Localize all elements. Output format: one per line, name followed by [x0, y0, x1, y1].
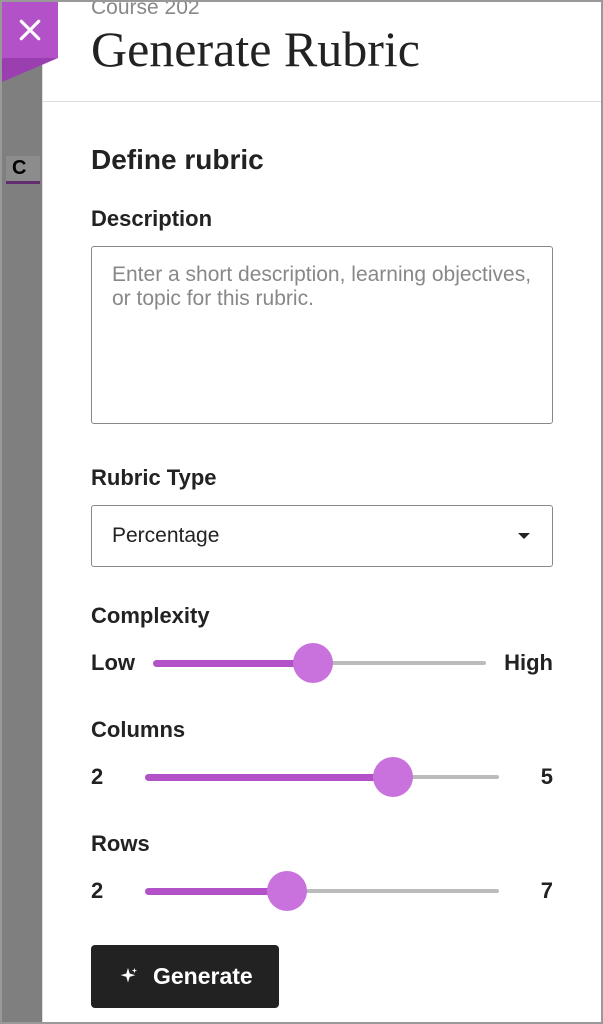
complexity-low-label: Low — [91, 650, 135, 676]
sparkle-icon — [117, 966, 139, 988]
complexity-slider[interactable] — [153, 643, 486, 683]
columns-slider[interactable] — [145, 757, 499, 797]
columns-max-label: 5 — [517, 764, 553, 790]
rubric-type-field: Rubric Type Percentage — [91, 465, 553, 567]
side-panel: Course 202 Generate Rubric Define rubric… — [42, 2, 601, 1022]
page-title: Generate Rubric — [91, 22, 553, 77]
slider-thumb[interactable] — [293, 643, 333, 683]
description-field: Description — [91, 206, 553, 429]
section-title: Define rubric — [91, 144, 553, 176]
complexity-high-label: High — [504, 650, 553, 676]
slider-fill — [145, 774, 393, 781]
complexity-slider-row: Low High — [91, 643, 553, 683]
rubric-type-select-wrap: Percentage — [91, 505, 553, 567]
breadcrumb: Course 202 — [91, 2, 553, 20]
columns-min-label: 2 — [91, 764, 127, 790]
rows-slider-row: 2 7 — [91, 871, 553, 911]
rows-field: Rows 2 7 — [91, 831, 553, 911]
complexity-field: Complexity Low High — [91, 603, 553, 683]
complexity-label: Complexity — [91, 603, 553, 629]
rubric-type-label: Rubric Type — [91, 465, 553, 491]
panel-body: Define rubric Description Rubric Type Pe… — [43, 102, 601, 1008]
description-label: Description — [91, 206, 553, 232]
slider-thumb[interactable] — [373, 757, 413, 797]
columns-label: Columns — [91, 717, 553, 743]
close-icon — [15, 15, 45, 45]
slider-thumb[interactable] — [267, 871, 307, 911]
close-button-fold — [2, 58, 58, 82]
rubric-type-value: Percentage — [112, 524, 219, 548]
rows-label: Rows — [91, 831, 553, 857]
description-input[interactable] — [91, 246, 553, 424]
generate-button-label: Generate — [153, 963, 253, 990]
close-button[interactable] — [2, 2, 58, 58]
rows-slider[interactable] — [145, 871, 499, 911]
rubric-type-select[interactable]: Percentage — [91, 505, 553, 567]
columns-field: Columns 2 5 — [91, 717, 553, 797]
backdrop-strip — [2, 2, 42, 1022]
rows-max-label: 7 — [517, 878, 553, 904]
columns-slider-row: 2 5 — [91, 757, 553, 797]
slider-fill — [153, 660, 313, 667]
panel-header: Course 202 Generate Rubric — [43, 2, 601, 102]
generate-button[interactable]: Generate — [91, 945, 279, 1008]
rows-min-label: 2 — [91, 878, 127, 904]
slider-fill — [145, 888, 287, 895]
